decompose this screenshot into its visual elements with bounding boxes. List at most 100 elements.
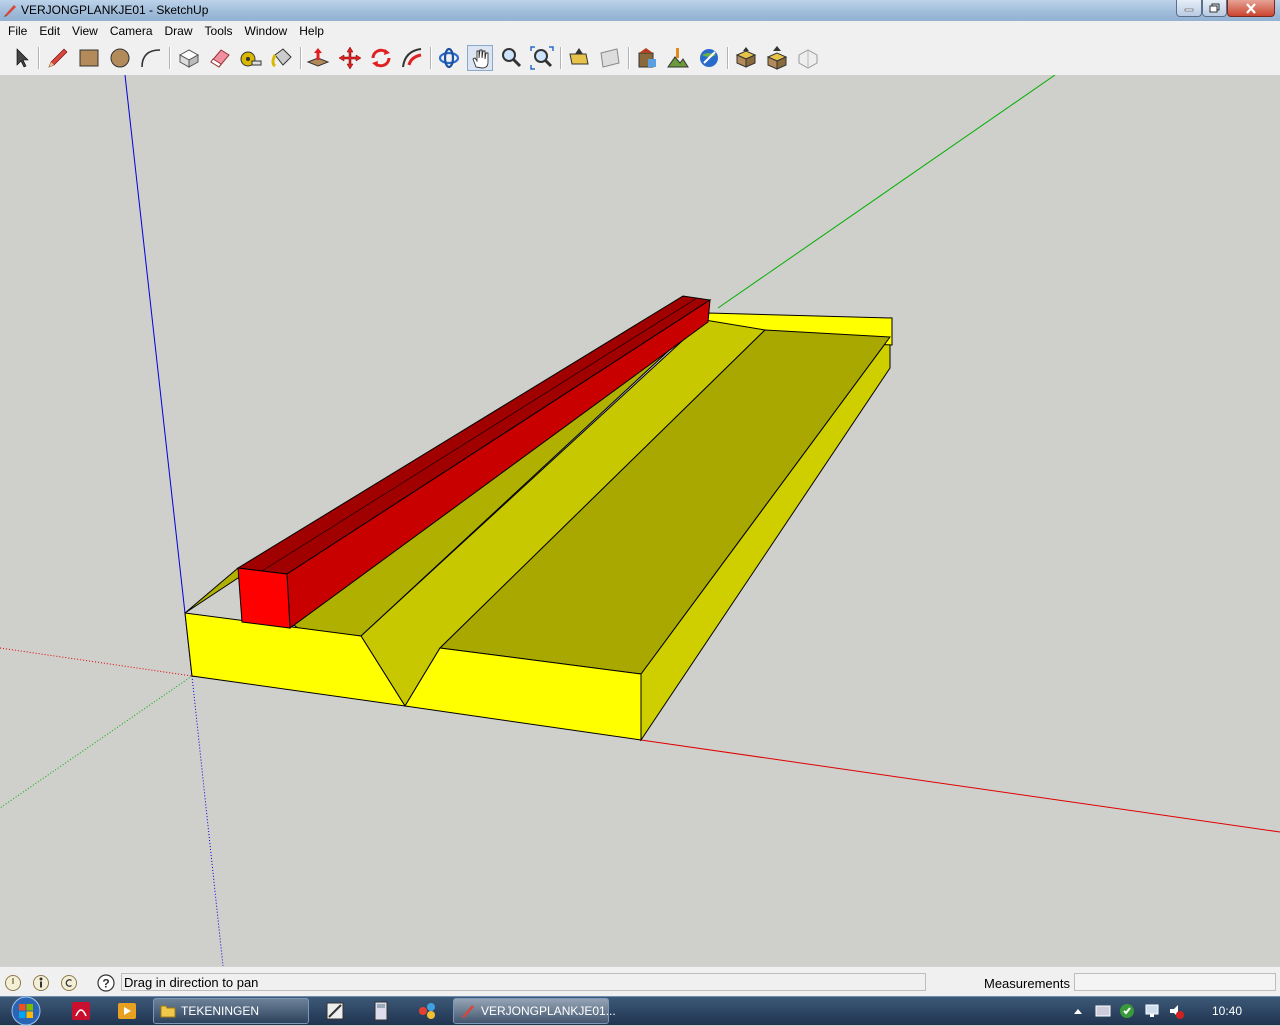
menu-tools[interactable]: Tools: [199, 21, 239, 38]
orbit-tool-button[interactable]: [436, 45, 462, 71]
show-hidden-icons-icon[interactable]: [1070, 1000, 1086, 1022]
taskbar-button-label: TEKENINGEN: [181, 1004, 260, 1018]
make-component-icon: [178, 49, 200, 68]
share-model-button[interactable]: [764, 45, 790, 71]
taskbar-button-tekeningen[interactable]: TEKENINGEN: [153, 998, 309, 1024]
pan-tool-button[interactable]: [467, 45, 493, 71]
follow-me-icon: [402, 48, 422, 68]
red-axis-solid: [640, 739, 1280, 833]
arc-icon: [141, 49, 161, 68]
copyright-icon[interactable]: [60, 974, 78, 992]
toolbar-separator: [560, 47, 562, 69]
toolbar-separator: [300, 47, 302, 69]
arc-tool-button[interactable]: [138, 45, 164, 71]
tray-device-icon[interactable]: [1094, 1000, 1112, 1022]
menu-draw[interactable]: Draw: [159, 21, 199, 38]
status-hint: Drag in direction to pan: [121, 973, 926, 991]
green-axis-dotted: [0, 675, 193, 809]
taskbar-button-label: VERJONGPLANKJE01...: [481, 1004, 616, 1018]
menu-file[interactable]: File: [0, 21, 33, 38]
tape-measure-tool-button[interactable]: [238, 45, 264, 71]
menu-window[interactable]: Window: [239, 21, 294, 38]
minimize-button[interactable]: [1176, 0, 1202, 17]
acrobat-icon[interactable]: [70, 1000, 92, 1022]
sketchup-taskbar-icon: [462, 1005, 474, 1018]
network-app-icon[interactable]: [416, 1000, 438, 1022]
pencil-tool-button[interactable]: [45, 45, 71, 71]
eraser-tool-button[interactable]: [207, 45, 233, 71]
menu-edit[interactable]: Edit: [33, 21, 66, 38]
zoom-tool-button[interactable]: [498, 45, 524, 71]
circle-icon: [110, 48, 130, 68]
tape-measure-icon: [240, 51, 262, 67]
blue-axis-solid: [124, 75, 193, 677]
title-bar: VERJONGPLANKJE01 - SketchUp: [0, 0, 1280, 22]
geolocation-icon[interactable]: [4, 974, 22, 992]
tray-volume-muted-icon[interactable]: [1167, 1000, 1185, 1022]
add-location-button[interactable]: [634, 45, 660, 71]
sketchup-app-icon: [4, 5, 16, 17]
credits-icon[interactable]: [32, 974, 50, 992]
eraser-icon: [210, 49, 230, 68]
start-button-icon[interactable]: [6, 995, 46, 1026]
menu-camera[interactable]: Camera: [104, 21, 159, 38]
blue-axis-dotted: [191, 675, 224, 966]
menu-help[interactable]: Help: [293, 21, 330, 38]
google-earth-button[interactable]: [696, 45, 722, 71]
close-button[interactable]: [1227, 0, 1275, 17]
zoom-extents-icon: [530, 46, 554, 70]
measurements-input[interactable]: [1074, 973, 1276, 991]
menu-view[interactable]: View: [66, 21, 104, 38]
follow-me-tool-button[interactable]: [399, 45, 425, 71]
select-tool-button[interactable]: [8, 45, 34, 71]
pencil-icon: [48, 48, 68, 68]
toggle-terrain-button[interactable]: [665, 45, 691, 71]
circle-tool-button[interactable]: [107, 45, 133, 71]
next-view-button[interactable]: [597, 45, 623, 71]
pan-icon: [472, 49, 489, 69]
toggle-terrain-icon: [667, 48, 689, 68]
get-models-button[interactable]: [733, 45, 759, 71]
toolbar-separator: [169, 47, 171, 69]
zoom-extents-tool-button[interactable]: [529, 45, 555, 71]
taskbar: TEKENINGEN VERJONGPLANKJE01... 10:40: [0, 995, 1280, 1026]
make-component-button[interactable]: [176, 45, 202, 71]
calculator-icon[interactable]: [370, 1000, 392, 1022]
fence-front-face: [237, 567, 291, 629]
toolbar: [0, 41, 1280, 76]
menu-bar: File Edit View Camera Draw Tools Window Help: [0, 21, 1280, 41]
model-viewport[interactable]: [0, 75, 1280, 966]
paint-bucket-tool-button[interactable]: [269, 45, 295, 71]
rotate-icon: [371, 48, 391, 68]
taskbar-button-sketchup[interactable]: VERJONGPLANKJE01...: [453, 998, 616, 1024]
move-icon: [338, 46, 362, 70]
red-axis-dotted: [0, 647, 193, 677]
push-pull-icon: [306, 48, 330, 67]
media-player-icon[interactable]: [116, 1000, 138, 1022]
toolbar-separator: [727, 47, 729, 69]
measurements-label: Measurements: [984, 976, 1070, 991]
rotate-tool-button[interactable]: [368, 45, 394, 71]
share-component-button[interactable]: [795, 45, 821, 71]
close-icon: [1246, 2, 1256, 14]
svg-text:?: ?: [102, 977, 109, 991]
next-view-icon: [600, 48, 620, 68]
get-models-icon: [735, 47, 757, 68]
model-scene: [0, 75, 1280, 966]
tray-network-icon[interactable]: [1143, 1000, 1161, 1022]
status-bar: ? Drag in direction to pan Measurements: [0, 966, 1280, 997]
minimize-icon: [1184, 8, 1194, 12]
move-tool-button[interactable]: [337, 45, 363, 71]
rectangle-tool-button[interactable]: [76, 45, 102, 71]
paint-bucket-icon: [271, 48, 292, 68]
previous-view-icon: [569, 48, 589, 65]
previous-view-button[interactable]: [566, 45, 592, 71]
drawing-app-icon[interactable]: [324, 1000, 346, 1022]
push-pull-tool-button[interactable]: [305, 45, 331, 71]
restore-icon: [1209, 3, 1220, 13]
share-model-icon: [766, 46, 788, 70]
tray-update-icon[interactable]: [1118, 1000, 1136, 1022]
help-icon[interactable]: ?: [97, 974, 115, 992]
restore-button[interactable]: [1202, 0, 1227, 17]
toolbar-separator: [430, 47, 432, 69]
